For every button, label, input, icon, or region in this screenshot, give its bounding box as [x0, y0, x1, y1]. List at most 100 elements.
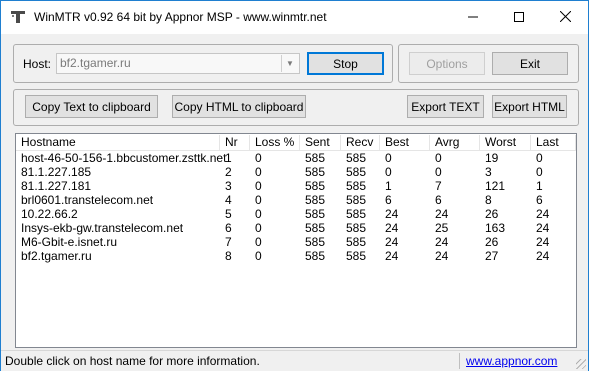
maximize-button[interactable]	[496, 1, 542, 34]
cell-loss: 0	[255, 193, 262, 207]
column-header-last[interactable]: Last	[531, 135, 576, 151]
cell-sent: 585	[305, 179, 326, 193]
cell-hostname[interactable]: Insys-ekb-gw.transtelecom.net	[16, 221, 220, 235]
cell-sent: 585	[305, 249, 326, 263]
cell-nr: 3	[225, 179, 232, 193]
cell-avrg: 24	[435, 235, 449, 249]
chevron-down-icon[interactable]: ▼	[281, 55, 298, 72]
cell-worst: 3	[485, 165, 492, 179]
cell-last: 0	[536, 151, 543, 165]
cell-recv: 585	[346, 221, 367, 235]
cell-hostname[interactable]: M6-Gbit-e.isnet.ru	[16, 235, 220, 249]
minimize-button[interactable]	[450, 1, 496, 34]
cell-avrg: 24	[435, 207, 449, 221]
status-divider	[459, 353, 460, 369]
host-label: Host:	[23, 57, 52, 71]
app-icon	[11, 11, 25, 23]
cell-recv: 585	[346, 207, 367, 221]
status-bar: Double click on host name for more infor…	[1, 350, 588, 371]
copy-html-button[interactable]: Copy HTML to clipboard	[172, 95, 306, 118]
stop-button[interactable]: Stop	[307, 52, 384, 75]
cell-last: 24	[536, 235, 550, 249]
results-table[interactable]: Hostname Nr Loss % Sent Recv Best Avrg Worst Las…	[15, 133, 577, 348]
host-combobox[interactable]: bf2.tgamer.ru ▼	[56, 53, 300, 74]
cell-loss: 0	[255, 249, 262, 263]
cell-hostname[interactable]: host-46-50-156-1.bbcustomer.zsttk.net	[16, 151, 226, 165]
cell-nr: 7	[225, 235, 232, 249]
column-header-recv[interactable]: Recv	[341, 135, 380, 151]
table-row[interactable]: host-46-50-156-1.bbcustomer.zsttk.net 1 0 5…	[16, 151, 576, 165]
column-header-nr[interactable]: Nr	[220, 135, 250, 151]
cell-sent: 585	[305, 165, 326, 179]
column-header-worst[interactable]: Worst	[480, 135, 531, 151]
table-row[interactable]: 81.1.227.181 3 0 585 585 1 7 121 1	[16, 179, 576, 193]
cell-sent: 585	[305, 221, 326, 235]
cell-best: 24	[385, 221, 399, 235]
column-header-avrg[interactable]: Avrg	[430, 135, 480, 151]
cell-nr: 8	[225, 249, 232, 263]
cell-last: 24	[536, 207, 550, 221]
cell-last: 24	[536, 249, 550, 263]
copy-text-button[interactable]: Copy Text to clipboard	[25, 95, 158, 118]
cell-loss: 0	[255, 151, 262, 165]
cell-loss: 0	[255, 179, 262, 193]
minimize-icon	[468, 16, 478, 18]
cell-best: 1	[385, 179, 392, 193]
appnor-link[interactable]: www.appnor.com	[466, 354, 557, 368]
export-html-button[interactable]: Export HTML	[492, 95, 567, 118]
cell-worst: 163	[485, 221, 506, 235]
resize-grip[interactable]	[576, 359, 586, 369]
cell-hostname[interactable]: 81.1.227.185	[16, 165, 220, 179]
window-title: WinMTR v0.92 64 bit by Appnor MSP - www.…	[34, 10, 327, 24]
cell-sent: 585	[305, 207, 326, 221]
column-header-hostname[interactable]: Hostname	[16, 135, 220, 151]
cell-avrg: 24	[435, 249, 449, 263]
cell-nr: 1	[225, 151, 232, 165]
cell-worst: 8	[485, 193, 492, 207]
cell-best: 0	[385, 151, 392, 165]
cell-sent: 585	[305, 151, 326, 165]
cell-worst: 121	[485, 179, 506, 193]
table-row[interactable]: M6-Gbit-e.isnet.ru 7 0 585 585 24 24 26 24	[16, 235, 576, 249]
cell-recv: 585	[346, 193, 367, 207]
cell-recv: 585	[346, 179, 367, 193]
cell-worst: 26	[485, 235, 499, 249]
cell-best: 6	[385, 193, 392, 207]
title-bar[interactable]: WinMTR v0.92 64 bit by Appnor MSP - www.…	[1, 1, 588, 34]
cell-loss: 0	[255, 207, 262, 221]
table-row[interactable]: 81.1.227.185 2 0 585 585 0 0 3 0	[16, 165, 576, 179]
cell-nr: 4	[225, 193, 232, 207]
cell-last: 1	[536, 179, 543, 193]
table-row[interactable]: brl0601.transtelecom.net 4 0 585 585 6 6 8 6	[16, 193, 576, 207]
cell-avrg: 25	[435, 221, 449, 235]
cell-hostname[interactable]: bf2.tgamer.ru	[16, 249, 220, 263]
maximize-icon	[514, 12, 524, 22]
options-button[interactable]: Options	[409, 52, 485, 75]
export-text-button[interactable]: Export TEXT	[407, 95, 484, 118]
cell-hostname[interactable]: brl0601.transtelecom.net	[16, 193, 220, 207]
close-button[interactable]	[542, 1, 588, 34]
cell-last: 6	[536, 193, 543, 207]
cell-worst: 19	[485, 151, 499, 165]
cell-nr: 2	[225, 165, 232, 179]
cell-best: 24	[385, 207, 399, 221]
table-row[interactable]: bf2.tgamer.ru 8 0 585 585 24 24 27 24	[16, 249, 576, 263]
cell-loss: 0	[255, 221, 262, 235]
exit-button[interactable]: Exit	[492, 52, 568, 75]
cell-sent: 585	[305, 193, 326, 207]
cell-avrg: 0	[435, 165, 442, 179]
column-header-sent[interactable]: Sent	[300, 135, 341, 151]
table-row[interactable]: 10.22.66.2 5 0 585 585 24 24 26 24	[16, 207, 576, 221]
cell-recv: 585	[346, 165, 367, 179]
cell-worst: 26	[485, 207, 499, 221]
column-header-best[interactable]: Best	[380, 135, 430, 151]
cell-recv: 585	[346, 235, 367, 249]
table-row[interactable]: Insys-ekb-gw.transtelecom.net 6 0 585 585 24 2…	[16, 221, 576, 235]
cell-hostname[interactable]: 10.22.66.2	[16, 207, 220, 221]
cell-avrg: 7	[435, 179, 442, 193]
cell-worst: 27	[485, 249, 499, 263]
cell-hostname[interactable]: 81.1.227.181	[16, 179, 220, 193]
cell-avrg: 0	[435, 151, 442, 165]
cell-avrg: 6	[435, 193, 442, 207]
column-header-loss[interactable]: Loss %	[250, 135, 300, 151]
